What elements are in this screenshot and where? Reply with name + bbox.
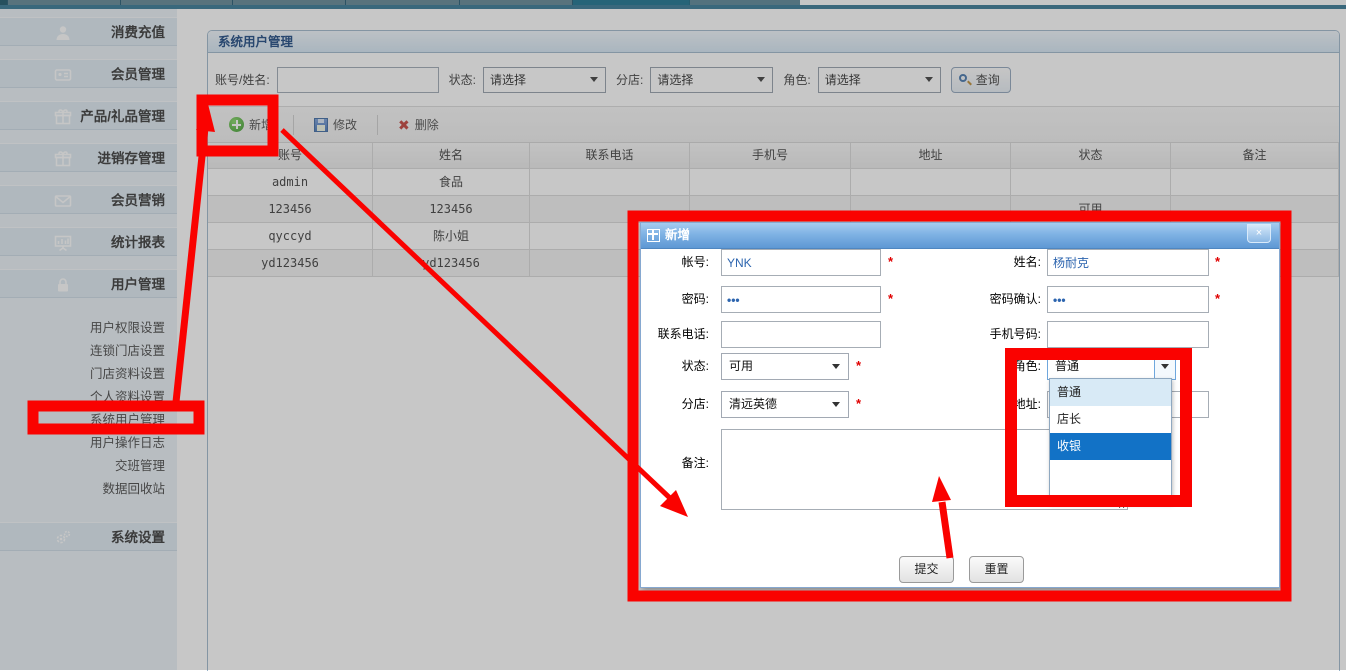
password-confirm-input[interactable]	[1047, 286, 1209, 313]
role-dropdown-list: 普通店长收银	[1049, 378, 1172, 503]
phone-label: 联系电话:	[641, 321, 709, 348]
chevron-down-icon	[1161, 364, 1169, 369]
close-icon[interactable]: ×	[1247, 224, 1271, 243]
account-input[interactable]	[721, 249, 881, 276]
branch-label: 分店:	[641, 391, 709, 418]
role-option[interactable]: 普通	[1050, 379, 1171, 406]
required-mark: *	[1215, 254, 1220, 269]
required-mark: *	[856, 396, 861, 411]
password-confirm-label: 密码确认:	[951, 286, 1041, 313]
remark-label: 备注:	[641, 450, 709, 477]
combo-arrow-button[interactable]	[1154, 354, 1175, 379]
password-input[interactable]	[721, 286, 881, 313]
role-option[interactable]: 店长	[1050, 406, 1171, 433]
dialog-title: 新增	[665, 223, 690, 248]
mobile-label: 手机号码:	[951, 321, 1041, 348]
required-mark: *	[1215, 291, 1220, 306]
phone-input[interactable]	[721, 321, 881, 348]
reset-button[interactable]: 重置	[969, 556, 1024, 583]
required-mark: *	[856, 358, 861, 373]
branch-select[interactable]: 清远英德	[721, 391, 849, 418]
required-mark: *	[888, 291, 893, 306]
submit-button[interactable]: 提交	[899, 556, 954, 583]
address-label: 地址:	[951, 391, 1041, 418]
chevron-down-icon	[832, 402, 840, 407]
chevron-down-icon	[832, 364, 840, 369]
required-mark: *	[1184, 358, 1189, 373]
required-mark: *	[888, 254, 893, 269]
password-label: 密码:	[641, 286, 709, 313]
status-select[interactable]: 可用	[721, 353, 849, 380]
mobile-input[interactable]	[1047, 321, 1209, 348]
role-label: 角色:	[951, 353, 1041, 380]
account-label: 帐号:	[641, 249, 709, 276]
window-icon	[647, 229, 660, 242]
add-user-dialog: 新增 × 帐号: * 姓名: * 密码: * 密码确认: * 联系电话: 手机号…	[640, 222, 1280, 588]
role-option-selected[interactable]: 收银	[1050, 433, 1171, 460]
name-input[interactable]	[1047, 249, 1209, 276]
dialog-header[interactable]: 新增 ×	[641, 223, 1279, 249]
name-label: 姓名:	[951, 249, 1041, 276]
role-combobox[interactable]: 普通	[1047, 353, 1176, 380]
status-label: 状态:	[641, 353, 709, 380]
